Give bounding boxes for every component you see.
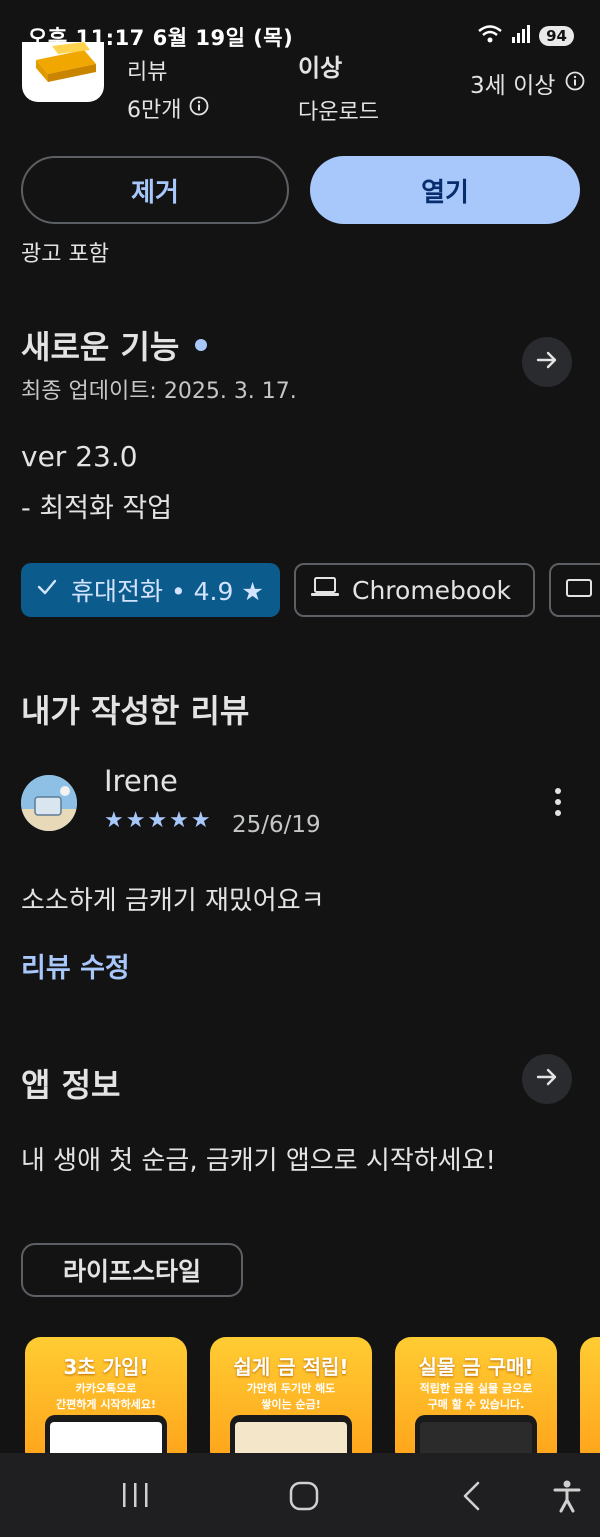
review-author: Irene	[104, 764, 178, 798]
device-chip-chromebook-label: Chromebook	[352, 575, 511, 605]
screenshot-thumbnail[interactable]: 쉽게 금 적립! 가만히 두기만 해도 쌓이는 순금!	[210, 1337, 372, 1467]
review-date: 25/6/19	[232, 812, 321, 838]
whats-new-title: 새로운 기능	[21, 328, 180, 366]
reviews-label: 리뷰	[127, 60, 168, 85]
screenshot-title: 3초 가입!	[63, 1355, 149, 1379]
info-icon	[189, 96, 209, 120]
review-more-button[interactable]	[540, 786, 576, 822]
edit-review-link[interactable]: 리뷰 수정	[21, 946, 130, 985]
screenshot-title: 쉽게 금 적립!	[233, 1355, 349, 1379]
update-notes: - 최적화 작업	[21, 493, 173, 524]
reviews-count-row[interactable]: 6만개	[127, 92, 209, 124]
accessibility-button[interactable]	[552, 1479, 582, 1517]
app-info-arrow-button[interactable]	[522, 1054, 572, 1104]
app-icon	[22, 42, 104, 102]
whats-new-header[interactable]: 새로운 기능	[21, 322, 208, 368]
signal-icon	[511, 24, 531, 48]
screenshot-caption-line: 적립한 금을 실물 금으로	[419, 1382, 533, 1395]
age-rating[interactable]: 3세 이상	[470, 66, 585, 100]
check-icon	[35, 575, 59, 605]
back-button[interactable]	[460, 1481, 484, 1515]
screenshot-caption-line: 쌓이는 순금!	[261, 1398, 321, 1411]
reviews-count: 6만개	[127, 98, 182, 123]
recent-apps-icon	[120, 1483, 150, 1513]
arrow-right-icon	[535, 348, 559, 376]
age-rating-label: 3세 이상	[470, 73, 556, 99]
my-review-title: 내가 작성한 리뷰	[21, 692, 250, 730]
category-tag[interactable]: 라이프스타일	[21, 1243, 243, 1297]
remove-button[interactable]: 제거	[21, 156, 289, 224]
whats-new-arrow-button[interactable]	[522, 337, 572, 387]
screenshot-caption-line: 카카오톡으로	[75, 1382, 137, 1395]
home-icon	[289, 1481, 319, 1515]
laptop-icon	[310, 575, 340, 605]
version-text: ver 23.0	[21, 440, 138, 473]
screenshot-caption: 적립한 금을 실물 금으로 구매 할 수 있습니다.	[395, 1381, 557, 1413]
review-text: 소소하게 금캐기 재밌어요ㅋ	[21, 886, 325, 916]
info-icon	[565, 71, 585, 95]
screenshot-caption-line: 가만히 두기만 해도	[246, 1382, 336, 1395]
ads-notice: 광고 포함	[21, 242, 109, 267]
downloads-value: 이상	[298, 54, 343, 82]
system-nav-bar	[0, 1453, 600, 1537]
device-chip-chromebook[interactable]: Chromebook	[294, 563, 535, 617]
arrow-right-icon	[535, 1065, 559, 1093]
avatar	[21, 775, 77, 831]
device-chip-phone[interactable]: 휴대전화 • 4.9 ★	[21, 563, 280, 617]
battery-indicator: 94	[539, 26, 574, 46]
last-updated: 최종 업데이트: 2025. 3. 17.	[21, 379, 297, 404]
app-description: 내 생애 첫 순금, 금캐기 앱으로 시작하세요!	[21, 1146, 496, 1176]
screenshot-caption-line: 간편하게 시작하세요!	[56, 1398, 156, 1411]
new-dot-indicator	[195, 339, 208, 351]
screenshot-thumbnail[interactable]: 3초 가입! 카카오톡으로 간편하게 시작하세요!	[25, 1337, 187, 1467]
back-icon	[460, 1481, 484, 1515]
screenshot-caption-line: 구매 할 수 있습니다.	[427, 1398, 525, 1411]
device-chip-phone-label: 휴대전화 • 4.9 ★	[71, 577, 264, 606]
status-icons: 94	[477, 24, 574, 48]
wifi-icon	[477, 24, 503, 48]
review-stars: ★★★★★	[104, 808, 213, 833]
app-info-title: 앱 정보	[21, 1066, 121, 1104]
device-chip-tablet[interactable]	[549, 563, 600, 617]
screenshot-title: 실물 금 구매!	[418, 1355, 534, 1379]
downloads-label: 다운로드	[298, 100, 379, 125]
recent-apps-button[interactable]	[120, 1481, 150, 1513]
screenshot-caption: 카카오톡으로 간편하게 시작하세요!	[25, 1381, 187, 1413]
screenshot-thumbnail[interactable]: 실물 금 구매! 적립한 금을 실물 금으로 구매 할 수 있습니다.	[395, 1337, 557, 1467]
more-vertical-icon	[554, 787, 562, 821]
screenshot-thumbnail-partial[interactable]	[580, 1337, 600, 1467]
home-button[interactable]	[289, 1481, 319, 1515]
tablet-icon	[565, 576, 593, 605]
open-button[interactable]: 열기	[310, 156, 580, 224]
accessibility-icon	[552, 1480, 582, 1517]
screenshot-caption: 가만히 두기만 해도 쌓이는 순금!	[210, 1381, 372, 1413]
